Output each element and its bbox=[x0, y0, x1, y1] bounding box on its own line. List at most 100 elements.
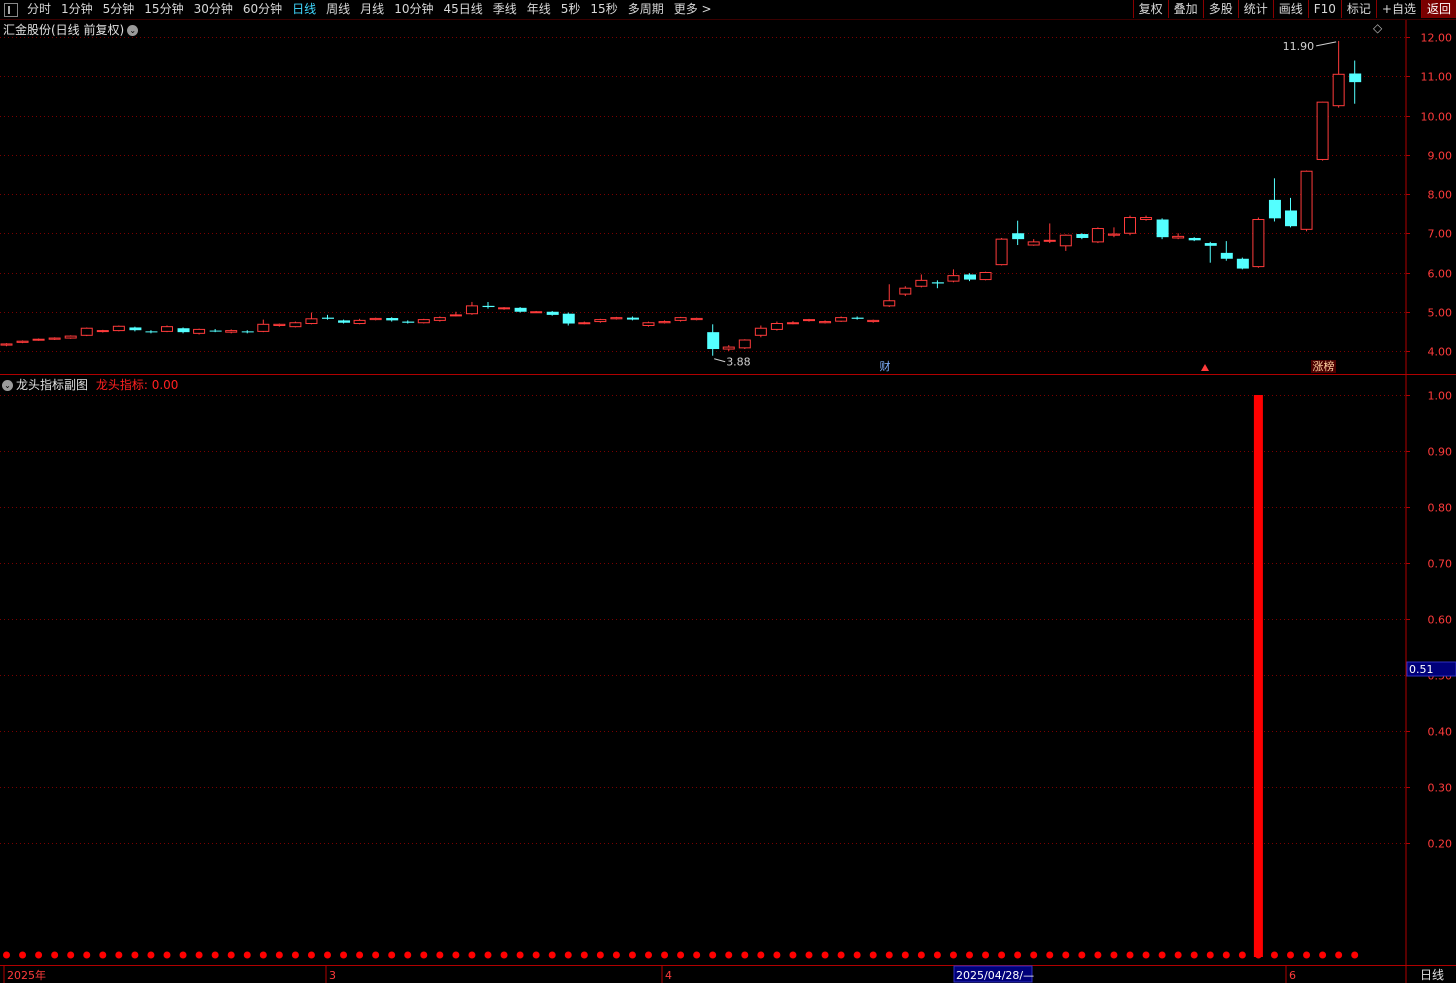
signal-dot bbox=[1078, 951, 1086, 959]
signal-dot bbox=[468, 951, 476, 959]
signal-dot bbox=[982, 951, 990, 959]
signal-dot bbox=[3, 951, 10, 959]
menu-toggle-icon[interactable] bbox=[4, 2, 18, 17]
period-toolbar: 分时 1分钟 5分钟 15分钟 30分钟 60分钟 日线 周线 月线 10分钟 … bbox=[0, 0, 1456, 20]
signal-dot bbox=[195, 951, 203, 959]
signal-dot bbox=[307, 951, 315, 959]
period-tab[interactable]: 月线 bbox=[355, 0, 389, 19]
sub-y-tick-label: 0.20 bbox=[1428, 838, 1453, 851]
candle-body-down bbox=[145, 331, 158, 333]
add-watchlist-button[interactable]: +自选 bbox=[1375, 0, 1421, 18]
signal-dot bbox=[211, 951, 219, 959]
candle-body-down bbox=[626, 317, 639, 320]
chevron-down-icon[interactable]: ⌄ bbox=[127, 25, 139, 36]
period-tab-daily[interactable]: 日线 bbox=[287, 0, 321, 19]
signal-dot bbox=[1014, 951, 1022, 959]
chart-canvas[interactable]: 12.00 11.00 10.00 9.00 8.00 7.00 6.00 5.00 4.00 1… bbox=[0, 0, 1456, 983]
signal-dot bbox=[1319, 951, 1327, 959]
candle-body-down bbox=[514, 307, 527, 312]
candle-body-up bbox=[594, 319, 607, 323]
cursor-date-label: 2025/04/28/— bbox=[956, 969, 1034, 982]
diamond-icon[interactable]: ◇ bbox=[1373, 21, 1382, 35]
candle-body-up bbox=[1172, 235, 1185, 239]
signal-dot bbox=[388, 951, 396, 959]
period-tab[interactable]: 10分钟 bbox=[389, 0, 438, 19]
overlay-button[interactable]: 叠加 bbox=[1167, 0, 1203, 18]
signal-dot bbox=[677, 951, 685, 959]
fuquan-button[interactable]: 复权 bbox=[1132, 0, 1168, 18]
signal-dot bbox=[821, 951, 829, 959]
signal-dot bbox=[516, 951, 524, 959]
signal-dot bbox=[580, 951, 588, 959]
candle-body-up bbox=[433, 317, 446, 321]
signal-dot bbox=[966, 951, 973, 959]
signal-dot bbox=[1110, 951, 1118, 959]
signal-dot bbox=[645, 951, 652, 959]
period-tab[interactable]: 年线 bbox=[522, 0, 556, 19]
signal-dot bbox=[131, 951, 139, 959]
signal-dot bbox=[67, 951, 75, 959]
signal-dot bbox=[35, 951, 43, 959]
period-tab[interactable]: 60分钟 bbox=[238, 0, 287, 19]
signal-dot bbox=[805, 951, 813, 959]
period-tab[interactable]: 5秒 bbox=[556, 0, 586, 19]
period-tab[interactable]: 45日线 bbox=[438, 0, 487, 19]
rank-marker: 涨榜 bbox=[1313, 359, 1335, 373]
signal-dot bbox=[1158, 951, 1166, 959]
signal-dot bbox=[1351, 951, 1359, 959]
candle-body-up bbox=[610, 317, 623, 320]
signal-dot bbox=[949, 951, 957, 959]
candle-body-up bbox=[658, 321, 671, 324]
signal-dot bbox=[773, 951, 781, 959]
period-tab[interactable]: 1分钟 bbox=[56, 0, 98, 19]
candle-body-up bbox=[1316, 101, 1329, 160]
period-tab[interactable]: 分时 bbox=[22, 0, 56, 19]
candle-body-down bbox=[931, 282, 944, 284]
more-periods-button[interactable]: 更多 > bbox=[669, 0, 717, 19]
f10-button[interactable]: F10 bbox=[1307, 0, 1341, 18]
candle-body-up bbox=[899, 287, 912, 295]
period-label: 日线 bbox=[1420, 968, 1444, 982]
period-tab[interactable]: 15分钟 bbox=[139, 0, 188, 19]
candle-body-up bbox=[0, 343, 13, 346]
candle-body-up bbox=[770, 323, 783, 330]
main-chart-title-row: 汇金股份(日线 前复权) ⌄ bbox=[3, 21, 139, 38]
signal-dot bbox=[869, 951, 877, 959]
candle-body-down bbox=[1268, 199, 1281, 219]
sub-chart-title-row: ⌄ 龙头指标副图 龙头指标: 0.00 bbox=[2, 376, 178, 393]
candle-body-down bbox=[1076, 234, 1089, 238]
candle-body-up bbox=[979, 272, 992, 281]
candle-body-up bbox=[64, 335, 77, 339]
candle-body-up bbox=[80, 327, 93, 336]
candle-body-down bbox=[386, 318, 399, 321]
candle-body-up bbox=[48, 337, 61, 340]
finance-marker: 财 bbox=[880, 359, 891, 373]
period-tab[interactable]: 多周期 bbox=[623, 0, 669, 19]
period-tab[interactable]: 15秒 bbox=[585, 0, 622, 19]
period-tab[interactable]: 季线 bbox=[488, 0, 522, 19]
signal-dot bbox=[853, 951, 861, 959]
signal-dot bbox=[1303, 951, 1311, 959]
mark-button[interactable]: 标记 bbox=[1340, 0, 1376, 18]
statistics-button[interactable]: 统计 bbox=[1237, 0, 1273, 18]
candle-body-down bbox=[1188, 237, 1201, 241]
signal-dot bbox=[291, 951, 299, 959]
period-tab[interactable]: 周线 bbox=[321, 0, 355, 19]
draw-line-button[interactable]: 画线 bbox=[1272, 0, 1308, 18]
signal-dot bbox=[661, 951, 669, 959]
signal-dot bbox=[725, 951, 733, 959]
signal-dot bbox=[933, 951, 941, 959]
date-label: 3 bbox=[329, 969, 336, 982]
candle-body-up bbox=[835, 317, 848, 322]
chevron-down-icon[interactable]: ⌄ bbox=[2, 380, 13, 391]
signal-dot bbox=[163, 951, 171, 959]
candle-body-up bbox=[1043, 239, 1056, 242]
period-tab[interactable]: 30分钟 bbox=[189, 0, 238, 19]
candle-body-up bbox=[722, 346, 735, 350]
up-arrow-marker-icon bbox=[1201, 364, 1209, 371]
multi-stock-button[interactable]: 多股 bbox=[1202, 0, 1238, 18]
candle-body-down bbox=[1012, 233, 1025, 240]
period-tab[interactable]: 5分钟 bbox=[98, 0, 140, 19]
back-button[interactable]: 返回 bbox=[1420, 0, 1456, 18]
signal-dot bbox=[243, 951, 251, 959]
